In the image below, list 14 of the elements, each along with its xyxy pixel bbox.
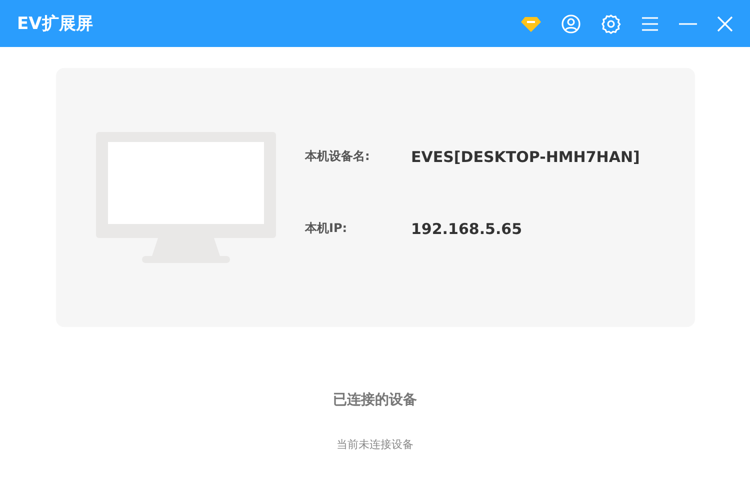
- field-label: 本机IP:: [305, 220, 348, 237]
- window-title: EV扩展屏: [17, 13, 93, 35]
- close-icon[interactable]: [717, 16, 733, 32]
- user-icon[interactable]: [561, 14, 581, 34]
- monitor-icon: [96, 132, 276, 264]
- field-value: 192.168.5.65: [411, 220, 522, 238]
- empty-message: 当前未连接设备: [336, 437, 414, 452]
- field-label: 本机设备名:: [305, 148, 371, 165]
- minimize-icon[interactable]: [679, 22, 697, 26]
- diamond-icon[interactable]: [521, 16, 541, 32]
- menu-icon[interactable]: [641, 16, 659, 32]
- section-heading: 已连接的设备: [333, 391, 417, 409]
- settings-icon[interactable]: [601, 14, 621, 34]
- field-value: EVES[DESKTOP-HMH7HAN]: [411, 148, 640, 166]
